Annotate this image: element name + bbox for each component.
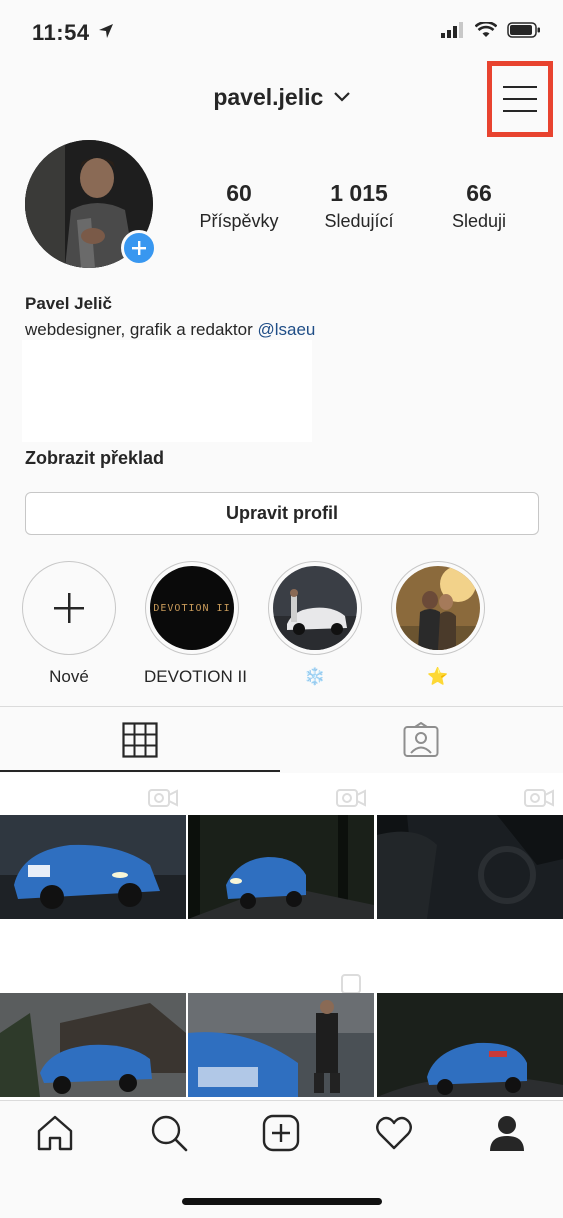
- nav-home[interactable]: [36, 1114, 74, 1157]
- post-photo: [188, 993, 374, 1097]
- highlight-star[interactable]: ⭐: [390, 561, 486, 687]
- profile-username-switcher[interactable]: pavel.jelic: [0, 84, 563, 111]
- add-story-button[interactable]: [121, 230, 157, 266]
- post-thumbnail[interactable]: [188, 815, 374, 919]
- car-photo: [273, 566, 357, 650]
- grid-icon: [122, 722, 158, 758]
- highlight-label: DEVOTION II: [144, 667, 247, 686]
- wifi-icon: [475, 22, 497, 37]
- stat-label: Sleduji: [451, 211, 507, 231]
- highlight-cover: [396, 566, 480, 650]
- signal-icon: [441, 22, 463, 38]
- redacted-area: [22, 340, 312, 442]
- home-icon: [37, 1115, 73, 1151]
- highlight-devotion[interactable]: DEVOTION II DEVOTION II: [144, 561, 247, 687]
- tab-grid[interactable]: [122, 722, 158, 763]
- stat-posts[interactable]: 60 Příspěvky: [179, 180, 299, 232]
- highlight-ring: [22, 561, 116, 655]
- post-thumbnail[interactable]: [377, 815, 563, 919]
- stat-value: 1 015: [330, 180, 388, 206]
- plus-icon: [54, 593, 84, 623]
- nav-add-post[interactable]: [262, 1114, 300, 1157]
- post-thumbnail[interactable]: [0, 993, 186, 1097]
- battery-icon: [507, 22, 540, 38]
- stat-value: 60: [226, 180, 252, 206]
- location-arrow-icon: [99, 24, 114, 38]
- add-post-icon: [262, 1114, 300, 1152]
- profile-name: Pavel Jelič: [25, 294, 112, 313]
- stat-value: 66: [466, 180, 492, 206]
- status-time: 11:54: [32, 20, 114, 46]
- couple-photo: [396, 566, 480, 650]
- active-tab-indicator: [0, 770, 280, 772]
- nav-activity[interactable]: [375, 1114, 413, 1157]
- stat-label: Příspěvky: [199, 211, 279, 231]
- post-photo: [188, 815, 374, 919]
- search-icon: [151, 1115, 188, 1152]
- home-indicator: [182, 1198, 382, 1205]
- highlight-label: ❄️: [304, 667, 326, 686]
- edit-profile-button[interactable]: Upravit profil: [25, 492, 539, 535]
- bio-mention-link[interactable]: @lsaeu: [257, 320, 315, 339]
- post-photo: [377, 815, 563, 919]
- highlight-cover: [273, 566, 357, 650]
- tab-tagged[interactable]: [403, 721, 439, 763]
- post-thumbnail[interactable]: [377, 993, 563, 1097]
- tagged-icon: [403, 721, 439, 757]
- stat-label: Sledující: [324, 211, 394, 231]
- highlight-new[interactable]: Nové: [21, 561, 117, 687]
- chevron-down-icon: [333, 92, 350, 102]
- plus-icon: [132, 241, 146, 255]
- hamburger-menu-icon: [503, 86, 537, 112]
- video-icon: [148, 789, 178, 807]
- translate-link[interactable]: Zobrazit překlad: [25, 448, 164, 469]
- heart-icon: [376, 1116, 412, 1150]
- profile-bio: webdesigner, grafik a redaktor @lsaeu: [25, 320, 316, 339]
- post-photo: [377, 993, 563, 1097]
- posts-grid: [0, 773, 563, 1103]
- post-thumbnail[interactable]: [188, 993, 374, 1097]
- post-photo: [0, 993, 186, 1097]
- tabs-divider: [0, 706, 563, 707]
- nav-search[interactable]: [150, 1114, 188, 1157]
- highlight-snowflake[interactable]: ❄️: [267, 561, 363, 687]
- stat-following[interactable]: 66 Sleduji: [419, 180, 539, 232]
- highlight-ring: DEVOTION II: [145, 561, 239, 655]
- post-photo: [0, 815, 186, 919]
- highlight-ring: [391, 561, 485, 655]
- video-icon: [524, 789, 554, 807]
- highlight-ring: [268, 561, 362, 655]
- nav-profile[interactable]: [488, 1114, 526, 1157]
- stat-followers[interactable]: 1 015 Sledující: [299, 180, 419, 232]
- highlight-cover: DEVOTION II: [150, 566, 234, 650]
- profile-icon: [490, 1116, 524, 1151]
- highlight-label: Nové: [49, 667, 89, 686]
- post-thumbnail[interactable]: [0, 815, 186, 919]
- menu-button[interactable]: [487, 61, 553, 137]
- status-icons: [441, 22, 541, 38]
- video-icon: [336, 789, 366, 807]
- highlight-cover-text: DEVOTION II: [153, 602, 231, 614]
- highlight-label: ⭐: [427, 667, 449, 686]
